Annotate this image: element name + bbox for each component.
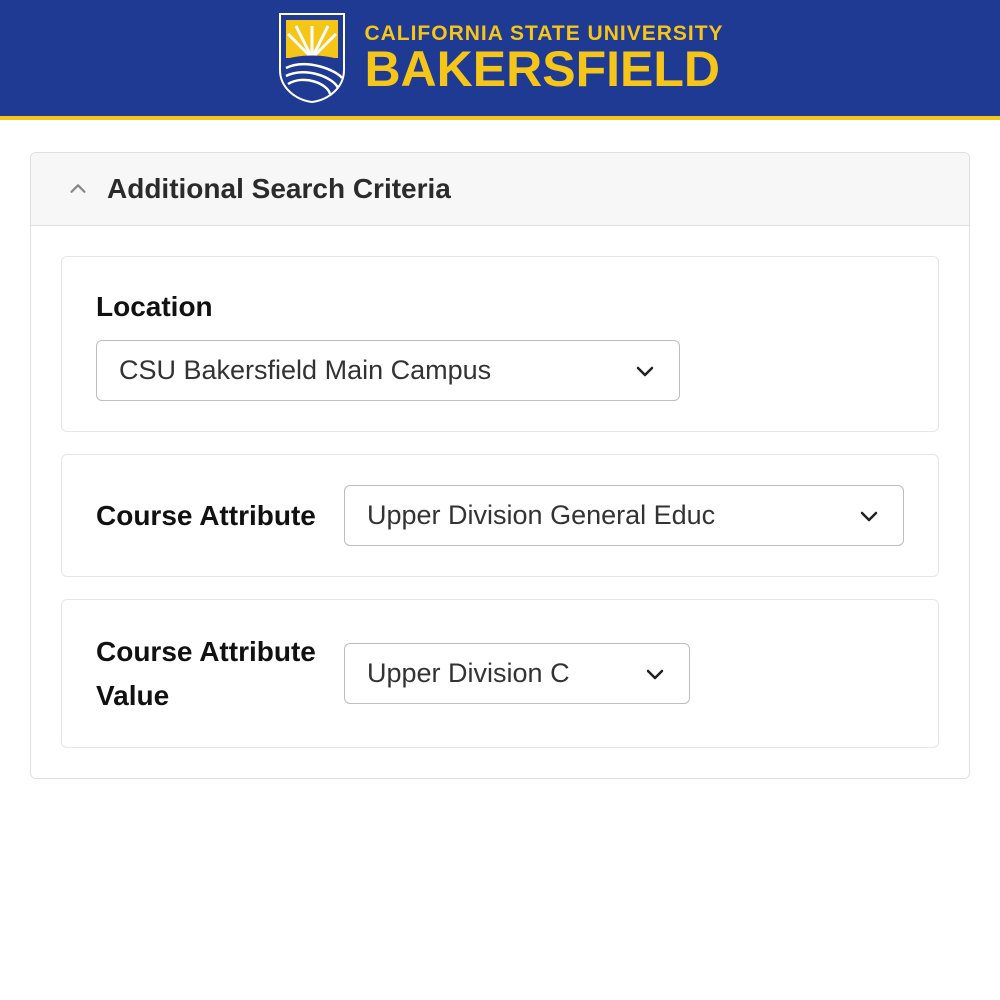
university-name: BAKERSFIELD [364,44,723,94]
chevron-down-icon [643,662,667,686]
chevron-down-icon [857,504,881,528]
location-select[interactable]: CSU Bakersfield Main Campus [96,340,680,401]
chevron-down-icon [633,359,657,383]
course-attribute-value-field-card: Course Attribute Value Upper Division C [61,599,939,748]
panel-title: Additional Search Criteria [107,173,451,205]
university-shield-logo-icon [276,12,348,104]
course-attribute-value-select-value: Upper Division C [367,658,570,689]
course-attribute-value-select[interactable]: Upper Division C [344,643,690,704]
course-attribute-field-card: Course Attribute Upper Division General … [61,454,939,577]
university-logo-text: CALIFORNIA STATE UNIVERSITY BAKERSFIELD [364,23,723,94]
panel-header[interactable]: Additional Search Criteria [31,153,969,226]
panel-body: Location CSU Bakersfield Main Campus Cou… [31,226,969,778]
location-select-value: CSU Bakersfield Main Campus [119,355,491,386]
location-label: Location [96,287,904,326]
university-banner: CALIFORNIA STATE UNIVERSITY BAKERSFIELD [0,0,1000,120]
additional-search-criteria-panel: Additional Search Criteria Location CSU … [30,152,970,779]
location-field-card: Location CSU Bakersfield Main Campus [61,256,939,432]
course-attribute-label: Course Attribute [96,494,316,537]
course-attribute-select-value: Upper Division General Educ [367,500,715,531]
course-attribute-select[interactable]: Upper Division General Educ [344,485,904,546]
chevron-up-icon [67,178,89,200]
course-attribute-value-label: Course Attribute Value [96,630,316,717]
